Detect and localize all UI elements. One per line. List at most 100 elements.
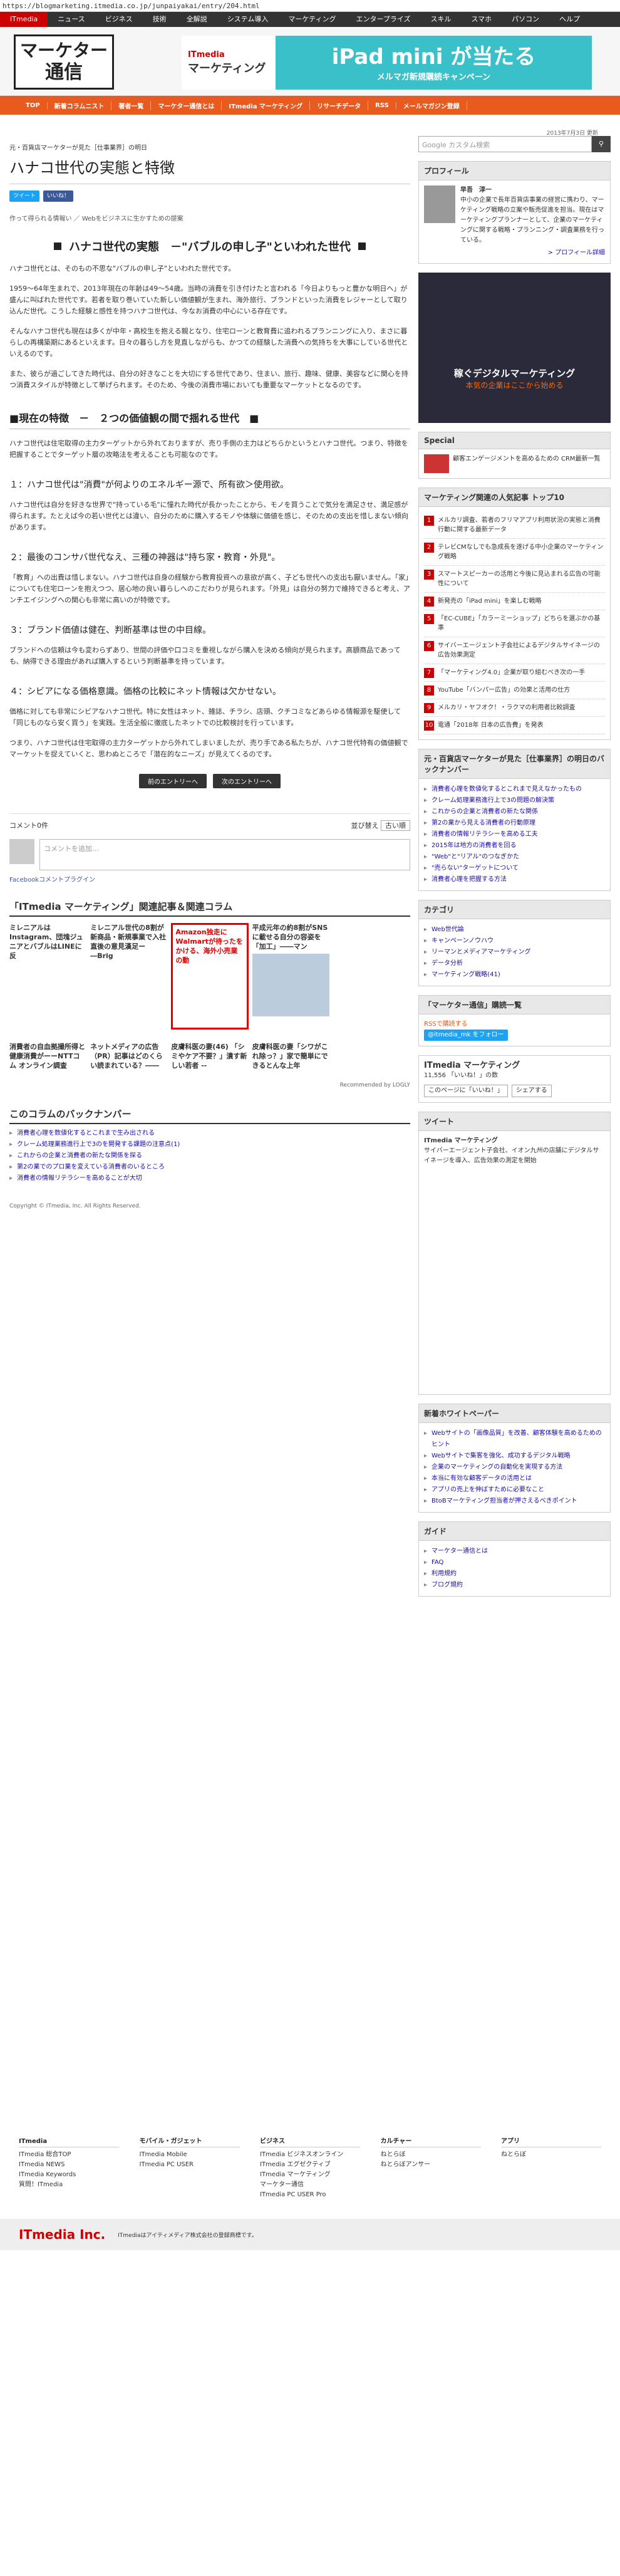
footer-link[interactable]: ITmedia エグゼクティブ — [260, 2160, 360, 2170]
list-item[interactable]: 消費者の情報リテラシーを高めることが大切 — [9, 1173, 410, 1184]
header-banner-ad[interactable]: ITmedia マーケティング iPad mini が当たる メルマガ新規購読キ… — [182, 36, 592, 90]
list-item[interactable]: Webサイトで集客を強化、成功するデジタル戦略 — [424, 1451, 605, 1462]
related-item[interactable]: 平成元年の約8割がSNSに載せる自分の容姿を「加工」――マン — [252, 923, 329, 1016]
list-item[interactable]: "売らない"ターゲットについて — [424, 863, 605, 874]
list-item[interactable]: 第2の業でのプロ業を変えている消費者のいるところ — [9, 1162, 410, 1173]
list-item[interactable]: キャンペーンノウハウ — [424, 936, 605, 947]
footer-link[interactable]: ねとらぼアンサー — [381, 2160, 481, 2170]
related-item[interactable]: 消費者の自血拠撮所得と健康消費がーーNTTコム オンライン調査 — [9, 1042, 86, 1080]
section-nav-item[interactable]: TOP — [19, 102, 48, 109]
itmedia-logo[interactable]: ITmedia Inc. — [19, 2227, 105, 2242]
related-item-highlighted[interactable]: Amazon独走にWalmartが待ったをかける、海外小売業の動 — [171, 923, 249, 1030]
section-nav-item[interactable]: RSS — [368, 102, 396, 109]
gnav-item[interactable]: ヘルプ — [549, 12, 590, 27]
gnav-item[interactable]: ITmedia — [0, 12, 48, 27]
fb-like-button[interactable]: このページに「いいね！」 — [424, 1085, 508, 1097]
like-button[interactable]: いいね！ — [43, 190, 74, 202]
gnav-item[interactable]: 全解説 — [177, 12, 217, 27]
gnav-item[interactable]: スキル — [421, 12, 462, 27]
profile-link[interactable]: > プロフィール詳細 — [424, 248, 605, 258]
ranking-item[interactable]: 5 「EC-CUBE」「カラーミーショップ」どちらを選ぶかの基準 — [424, 610, 605, 637]
prev-entry-button[interactable]: 前のエントリーへ — [139, 774, 207, 788]
breadcrumb[interactable]: 元・百貨店マーケターが見た［仕事業界］の明日 — [9, 142, 410, 152]
gnav-item[interactable]: ビジネス — [95, 12, 143, 27]
list-item[interactable]: ブログ規約 — [424, 1580, 605, 1591]
footer-link[interactable]: ITmedia PC USER Pro — [260, 2190, 360, 2200]
special-link[interactable]: 顧客エンゲージメントを高めるための CRM最新一覧 — [453, 454, 601, 473]
tweet-author[interactable]: ITmedia マーケティング — [424, 1136, 605, 1146]
related-item[interactable]: 皮膚科医の妻「シワがこれ除っ？」家で簡単にできるとんな上年 — [252, 1042, 329, 1080]
facebook-comment-plugin[interactable]: Facebookコメントプラグイン — [9, 874, 410, 884]
related-item[interactable]: ミレニアル世代の8割が新商品・新規事業で入社直後の意見漢足ー―Brig — [90, 923, 167, 961]
section-nav-item[interactable]: リサーチデータ — [310, 100, 369, 110]
gnav-item[interactable]: エンタープライズ — [346, 12, 420, 27]
gnav-item[interactable]: パソコン — [502, 12, 549, 27]
search-input[interactable]: Google カスタム検索 — [418, 136, 592, 152]
list-item[interactable]: 本当に有効な顧客データの活用とは — [424, 1473, 605, 1484]
list-item[interactable]: BtoBマーケティング担当者が押さえるべきポイント — [424, 1496, 605, 1507]
footer-link[interactable]: ねとらぼ — [381, 2150, 481, 2160]
gnav-item[interactable]: スマホ — [462, 12, 502, 27]
list-item[interactable]: アプリの売上を伸ばすために必要なこと — [424, 1484, 605, 1496]
list-item[interactable]: マーケティング戦略(41) — [424, 969, 605, 981]
list-item[interactable]: 消費者心理を数値化するとこれまで生み出される — [9, 1128, 410, 1139]
sort-select[interactable]: 古い順 — [381, 820, 410, 831]
footer-link[interactable]: ねとらぼ — [501, 2150, 601, 2160]
list-item[interactable]: これからの企業と消費者の新たな関係を探る — [9, 1150, 410, 1162]
footer-link[interactable]: ITmedia PC USER — [140, 2160, 240, 2170]
ranking-item[interactable]: 10 電通「2018年 日本の広告費」を発表 — [424, 717, 605, 734]
address-bar[interactable]: https://blogmarketing.itmedia.co.jp/junp… — [0, 0, 620, 12]
ranking-item[interactable]: 8 YouTube「バンパー広告」の効果と活用の仕方 — [424, 682, 605, 699]
ranking-item[interactable]: 4 新発売の「iPad mini」を楽しむ戦略 — [424, 593, 605, 610]
list-item[interactable]: クレーム処理業務進行上で3の問題の解決策 — [424, 795, 605, 806]
search-icon[interactable]: ⚲ — [592, 136, 611, 152]
section-nav-item[interactable]: 新着コラムニスト — [48, 100, 112, 110]
list-item[interactable]: マーケター通信とは — [424, 1546, 605, 1557]
ranking-item[interactable]: 3 スマートスピーカーの活用と今後に見込まれる広告の可能性について — [424, 566, 605, 593]
sidebar-ad[interactable]: 稼ぐデジタルマーケティング 本気の企業はここから始める — [418, 273, 611, 423]
related-item[interactable] — [333, 1042, 410, 1080]
footer-link[interactable]: ITmedia Keywords — [19, 2170, 119, 2180]
list-item[interactable]: クレーム処理業務進行上で3のを開発する課題の注意点(1) — [9, 1139, 410, 1150]
section-nav-item[interactable]: メールマガジン登録 — [396, 100, 467, 110]
ranking-item[interactable]: 1 メルカリ調査、若者のフリマアプリ利用状況の実態と消費行動に関する最新データ — [424, 512, 605, 539]
related-item[interactable]: ミレニアルはInstagram、団塊ジュニアとバブルはLINEに反 — [9, 923, 86, 961]
footer-link[interactable]: マーケター通信 — [260, 2180, 360, 2190]
related-item[interactable] — [333, 923, 410, 961]
footer-link[interactable]: ITmedia ビジネスオンライン — [260, 2150, 360, 2160]
related-item[interactable]: ネットメディアの広告（PR）記事はどのくらい読まれている？―― — [90, 1042, 167, 1080]
fb-share-button[interactable]: シェアする — [511, 1085, 552, 1097]
section-nav-item[interactable]: 著者一覧 — [111, 100, 152, 110]
list-item[interactable]: 利用規約 — [424, 1568, 605, 1580]
list-item[interactable]: 第2の業から見える消費者の行動原理 — [424, 818, 605, 829]
ranking-item[interactable]: 7 「マーケティング4.0」企業が取り組むべき次の一手 — [424, 664, 605, 682]
tweet-button[interactable]: ツイート — [9, 190, 40, 202]
related-item[interactable]: 皮膚科医の妻(46) 「シミやケア不要？」潰す新しい若者 -- — [171, 1042, 248, 1080]
footer-link[interactable]: ITmedia Mobile — [140, 2150, 240, 2160]
site-logo[interactable]: マーケター 通信 — [14, 34, 114, 90]
ranking-item[interactable]: 2 テレビCMなしでも急成長を遂げる中小企業のマーケティング戦略 — [424, 539, 605, 566]
list-item[interactable]: "Web"と"リアル"のつなぎかた — [424, 852, 605, 863]
list-item[interactable]: 2015年は地方の消費者を回る — [424, 840, 605, 852]
ranking-item[interactable]: 9 メルカリ・ヤフオク！・ラクマの利用者比較調査 — [424, 699, 605, 717]
list-item[interactable]: Webサイトの「画像品質」を改善、顧客体験を高めるためのヒント — [424, 1428, 605, 1451]
twitter-follow-button[interactable]: @itmedia_mk をフォロー — [424, 1030, 508, 1041]
section-nav-item[interactable]: ITmedia マーケティング — [222, 100, 311, 110]
list-item[interactable]: これからの企業と消費者の新たな関係 — [424, 806, 605, 818]
related-line[interactable]: 作って得られる情報い ／ Webをビジネスに生かすための提案 — [9, 213, 410, 222]
gnav-item[interactable]: ニュース — [48, 12, 95, 27]
list-item[interactable]: データ分析 — [424, 958, 605, 969]
rss-link[interactable]: RSSで購読する — [424, 1019, 605, 1030]
fb-page-name[interactable]: ITmedia マーケティング — [424, 1061, 605, 1071]
gnav-item[interactable]: システム導入 — [217, 12, 279, 27]
list-item[interactable]: 消費者心理を数値化するとこれまで見えなかったもの — [424, 784, 605, 795]
next-entry-button[interactable]: 次のエントリーへ — [213, 774, 281, 788]
gnav-item[interactable]: マーケティング — [278, 12, 346, 27]
footer-link[interactable]: ITmedia 総合TOP — [19, 2150, 119, 2160]
list-item[interactable]: 消費者の情報リテラシーを高める工夫 — [424, 829, 605, 840]
footer-link[interactable]: 質問！ITmedia — [19, 2180, 119, 2190]
footer-link[interactable]: ITmedia NEWS — [19, 2160, 119, 2170]
list-item[interactable]: 消費者心理を把握する方法 — [424, 874, 605, 885]
footer-link[interactable]: ITmedia マーケティング — [260, 2170, 360, 2180]
list-item[interactable]: 企業のマーケティングの自動化を実現する方法 — [424, 1462, 605, 1473]
